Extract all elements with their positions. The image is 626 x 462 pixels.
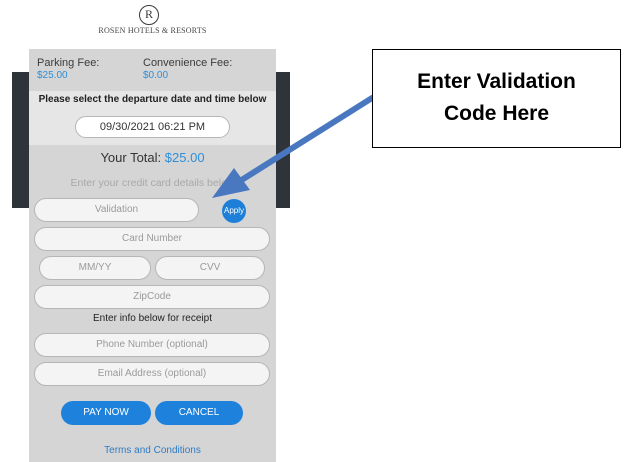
departure-datetime-field[interactable]: 09/30/2021 06:21 PM: [75, 116, 230, 138]
pay-now-button[interactable]: PAY NOW: [61, 401, 151, 425]
callout-line-1: Enter Validation: [417, 70, 576, 93]
brand-logo-icon: R: [139, 5, 159, 25]
convenience-fee-label: Convenience Fee:: [143, 57, 233, 69]
expiry-input[interactable]: MM/YY: [39, 256, 151, 280]
credit-card-hint: Enter your credit card details below: [70, 177, 235, 189]
cvv-input[interactable]: CVV: [155, 256, 265, 280]
screenshot: R ROSEN HOTELS & RESORTS Parking Fee: $2…: [0, 0, 626, 462]
zipcode-input[interactable]: ZipCode: [34, 285, 270, 309]
card-number-input[interactable]: Card Number: [34, 227, 270, 251]
total-label: Your Total:: [100, 150, 162, 165]
background-page-edge-left: [12, 72, 29, 208]
parking-fee-label: Parking Fee:: [37, 57, 100, 69]
parking-fee-value: $25.00: [37, 70, 68, 81]
departure-prompt: Please select the departure date and tim…: [38, 94, 267, 105]
cancel-button[interactable]: CANCEL: [155, 401, 243, 425]
terms-link[interactable]: Terms and Conditions: [29, 445, 276, 456]
callout-line-2: Code Here: [443, 102, 550, 125]
background-page-edge-right: [276, 72, 290, 208]
apply-button[interactable]: Apply: [222, 199, 246, 223]
payment-panel: R ROSEN HOTELS & RESORTS Parking Fee: $2…: [29, 0, 276, 462]
phone-number-input[interactable]: Phone Number (optional): [34, 333, 270, 357]
convenience-fee-value: $0.00: [143, 70, 169, 81]
brand-header: R ROSEN HOTELS & RESORTS: [29, 0, 276, 49]
total-amount: $25.00: [164, 150, 205, 165]
annotation-callout: Enter Validation Code Here: [372, 49, 621, 148]
validation-input[interactable]: Validation: [34, 198, 199, 222]
total-row: Your Total: $25.00: [29, 150, 276, 165]
receipt-section-label: Enter info below for receipt: [93, 313, 212, 324]
brand-name: ROSEN HOTELS & RESORTS: [98, 26, 207, 35]
email-address-input[interactable]: Email Address (optional): [34, 362, 270, 386]
